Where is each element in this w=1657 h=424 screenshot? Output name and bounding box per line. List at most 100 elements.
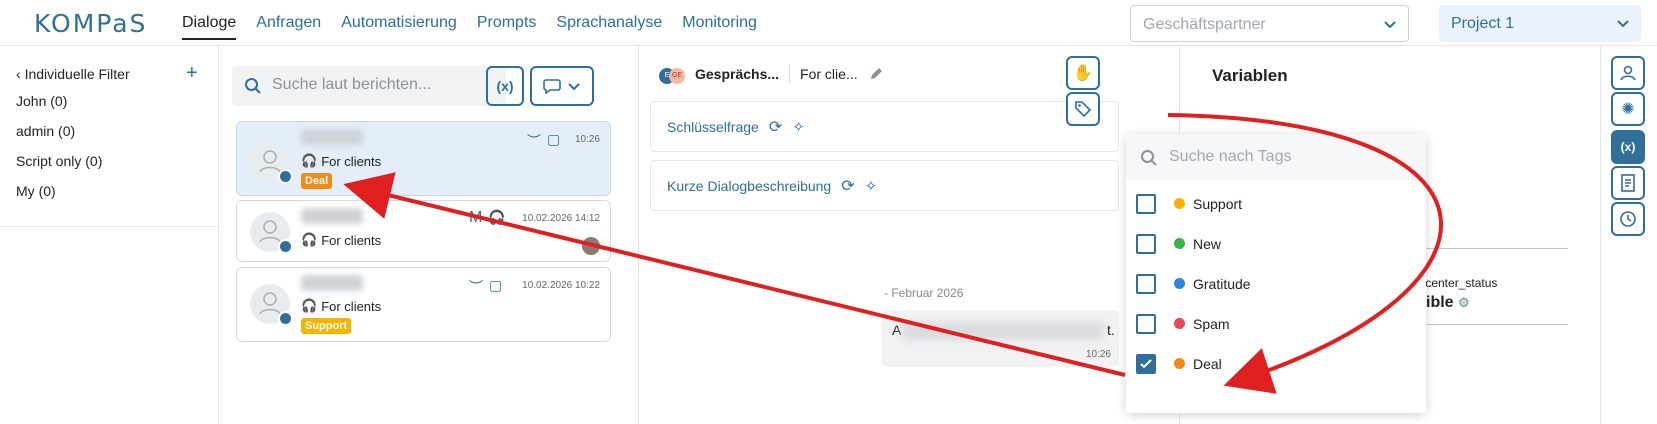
pencil-icon[interactable] [868,66,884,82]
key-question-label: Schlüsselfrage [667,118,759,135]
headset-icon: 🎧 [488,209,506,225]
variable-value: ible ⚙ [1426,294,1470,311]
tag-dropdown: Suche nach Tags Support New Gratitude Sp… [1126,134,1426,413]
gmail-icon: M [469,209,483,226]
eye-closed-icon: ︶ [469,279,483,295]
project-select[interactable]: Project 1 [1439,5,1641,42]
variables-panel-button[interactable]: (x) [1611,130,1645,164]
dialog-client: 🎧 For clients [301,232,382,248]
filter-item-john[interactable]: John (0) [16,93,67,109]
divider [0,226,219,227]
headset-icon: 🎧 [301,298,318,313]
dialog-card[interactable]: ︶ ▢ 10.02.2026 10:22 🎧 For clients Support [236,267,611,342]
search-placeholder: Suche laut berichten... [272,76,432,93]
key-question-box[interactable]: Schlüsselfrage ⟳ ✧ [650,101,1119,152]
dialog-card[interactable]: ︶ ▢ 10:26 🎧 For clients Deal [236,121,611,196]
sparkle-icon[interactable]: ✧ [865,177,878,195]
status-icons: M 🎧 [469,209,506,227]
filter-title: Individuelle Filter [24,66,130,82]
color-dot [1174,358,1185,369]
right-rail: ✺ (x) [1600,46,1657,424]
clock-icon [1620,211,1636,227]
nav-dialoge[interactable]: Dialoge [182,14,237,40]
filter-item-admin[interactable]: admin (0) [16,123,75,139]
checkbox[interactable] [1136,274,1156,294]
filter-back[interactable]: ‹ Individuelle Filter [16,66,130,82]
dialog-search-input[interactable]: Suche laut berichten... [232,66,506,106]
channel-filter-button[interactable] [530,66,594,106]
variable-filter-button[interactable]: (x) [486,66,524,106]
date-separator: - Februar 2026 [884,286,964,300]
checkbox[interactable] [1136,234,1156,254]
conversation-subtitle: For clie... [800,66,858,82]
tag-badge-deal: Deal [301,173,333,189]
mail-badge-icon [278,239,293,254]
dialog-card[interactable]: M 🎧 10.02.2026 14:12 🎧 For clients [236,200,611,262]
short-description-label: Kurze Dialogbeschreibung [667,177,832,194]
checkbox-checked[interactable] [1136,354,1156,374]
ai-panel-button[interactable]: ✺ [1611,92,1645,126]
partner-placeholder: Geschäftspartner [1143,16,1266,33]
nav-monitoring[interactable]: Monitoring [682,14,757,40]
checkbox[interactable] [1136,194,1156,214]
dialog-client: 🎧 For clients [301,298,382,314]
tag-option-new[interactable]: New [1136,234,1221,254]
refresh-icon[interactable]: ⟳ [769,117,782,137]
tag-option-gratitude[interactable]: Gratitude [1136,274,1251,294]
nav-sprachanalyse[interactable]: Sprachanalyse [556,14,662,40]
filter-item-my[interactable]: My (0) [16,183,56,199]
dialog-time: 10:26 [574,134,600,145]
dialog-client: 🎧 For clients [301,153,382,169]
divider [1426,324,1568,325]
top-bar: KOMPaS Dialoge Anfragen Automatisierung … [0,0,1657,46]
notes-panel-button[interactable] [1611,166,1645,200]
partner-select[interactable]: Geschäftspartner [1130,5,1409,42]
nav-anfragen[interactable]: Anfragen [256,14,321,40]
contact-panel-button[interactable] [1611,56,1645,90]
color-dot [1174,278,1185,289]
eye-closed-icon: ︶ [527,133,541,149]
variable-icon: (x) [1620,140,1636,154]
chat-bubble-icon [543,79,561,94]
settings-sliders-icon: ⚙ [1458,295,1470,310]
chevron-down-icon [1384,21,1396,29]
tag-option-deal[interactable]: Deal [1136,354,1222,374]
dialog-list-panel: Suche laut berichten... (x) ︶ ▢ 10:26 🎧 Fo… [219,46,639,424]
color-dot [1174,318,1185,329]
variable-icon: (x) [496,78,514,94]
nav-automatisierung[interactable]: Automatisierung [341,14,457,40]
contact-name-blurred [301,275,363,291]
main-nav: Dialoge Anfragen Automatisierung Prompts… [182,14,757,40]
add-filter-button[interactable]: + [186,62,198,85]
contact-name-blurred [301,208,363,224]
channel-badges: E GE [659,64,685,84]
app-logo: KOMPaS [34,9,148,38]
conversation-header: E GE Gesprächs... For clie... [659,64,884,84]
dialog-time: 10.02.2026 10:22 [522,280,600,291]
refresh-icon[interactable]: ⟳ [841,176,854,196]
tag-option-support[interactable]: Support [1136,194,1242,214]
divider [789,64,791,84]
color-dot [1174,198,1185,209]
message-text-end: t. [1107,322,1115,338]
tag-button[interactable] [1066,92,1100,126]
tag-option-spam[interactable]: Spam [1136,314,1230,334]
hand-icon: ✋ [1073,65,1093,82]
checkbox[interactable] [1136,314,1156,334]
tag-search-input[interactable]: Suche nach Tags [1126,134,1426,180]
filter-panel: ‹ Individuelle Filter + John (0) admin (… [0,46,219,424]
openai-icon: ✺ [1621,101,1635,118]
project-label: Project 1 [1451,15,1515,32]
dialog-time: 10.02.2026 14:12 [522,213,600,224]
message-time: 10:26 [1085,349,1111,360]
history-panel-button[interactable] [1611,202,1645,236]
filter-item-script-only[interactable]: Script only (0) [16,153,102,169]
hand-button[interactable]: ✋ [1066,56,1100,90]
short-description-box[interactable]: Kurze Dialogbeschreibung ⟳ ✧ [650,160,1119,211]
sparkle-icon[interactable]: ✧ [792,118,805,136]
nav-prompts[interactable]: Prompts [477,14,537,40]
variable-key: tcenter_status [1422,276,1498,290]
mail-badge-icon [278,311,293,326]
message-text-start: A [892,322,902,338]
headset-icon: 🎧 [301,153,318,168]
